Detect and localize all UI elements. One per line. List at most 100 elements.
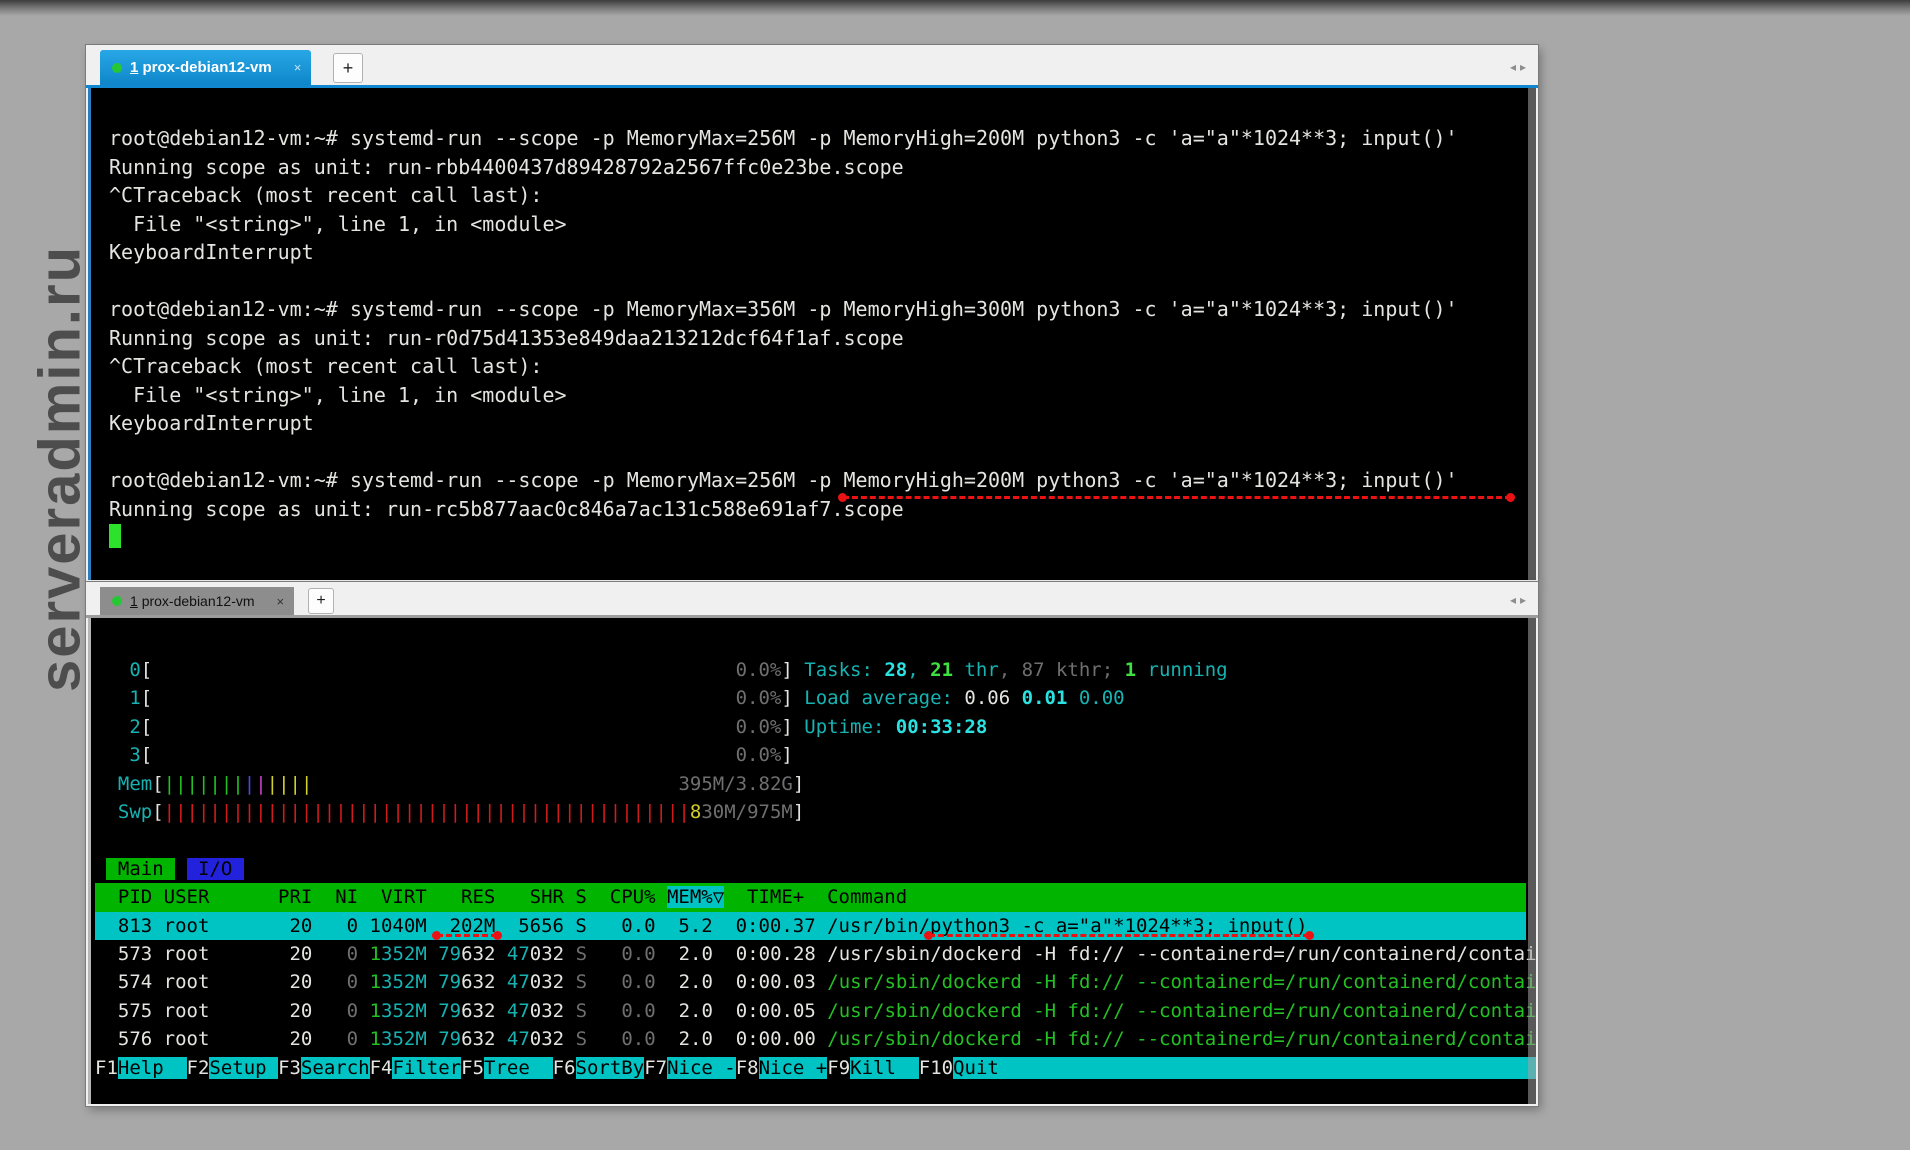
text-segment [152,687,735,709]
text-segment: F3 [278,1057,301,1079]
text-segment: 21 [930,659,953,681]
text-segment: 1 [1125,659,1136,681]
annotation-dot [924,931,933,940]
text-segment: 0.0% [736,687,782,709]
text-segment: 2.0 [667,943,713,965]
annotation-underline-res [437,934,497,937]
text-segment: 2.0 [667,971,713,993]
text-segment: , 87 kthr; [999,659,1125,681]
text-segment: S [576,1028,587,1050]
text-segment: /usr/sbin/dockerd -H fd:// --containerd=… [827,943,1536,965]
text-segment [587,1000,598,1022]
blank-line [95,826,1526,854]
text-segment: 576 root 20 [95,1028,324,1050]
tab-prox-debian12-vm[interactable]: 1 prox-debian12-vm × [100,50,311,85]
terminal-window-bottom: 1 prox-debian12-vm × + ◂▸ 0[ 0.0%] Tasks… [86,582,1538,1106]
desktop: { "watermark": "serveradmin.ru", "colors… [0,0,1910,1150]
text-segment: 2 [95,716,141,738]
text-segment: 0:00.28 [713,943,827,965]
terminal-line: root@debian12-vm:~# systemd-run --scope … [109,295,1526,324]
text-segment: 0:00.05 [713,1000,827,1022]
text-segment: thr [953,659,999,681]
text-segment [152,744,735,766]
text-segment: 0.0% [736,716,782,738]
terminal-line: ^CTraceback (most recent call last): [109,352,1526,381]
scrollbar[interactable] [1528,88,1536,580]
annotation-dot [1506,493,1515,502]
terminal-line: root@debian12-vm:~# systemd-run --scope … [109,124,1526,153]
text-segment: 79 [438,971,461,993]
text-segment: | [244,773,255,795]
close-icon[interactable]: × [277,594,285,609]
text-segment: 79 [438,943,461,965]
annotation-underline-python [929,934,1309,937]
process-row: 575 root 20 0 1352M 79632 47032 S 0.0 2.… [95,997,1526,1025]
tab-scroll-arrows[interactable]: ◂▸ [1510,60,1530,74]
tab-prox-debian12-vm[interactable]: 1 prox-debian12-vm × [100,587,294,615]
text-segment: 032 [530,971,564,993]
text-segment: Help [118,1057,187,1079]
text-segment [427,1000,438,1022]
terminal-pane[interactable]: root@debian12-vm:~# systemd-run --scope … [88,88,1536,580]
close-icon[interactable]: × [294,60,302,75]
text-segment: /usr/sbin/dockerd -H fd:// --containerd=… [827,971,1536,993]
text-segment: 352M [381,971,427,993]
text-segment: Tasks: [804,659,884,681]
htop-pane[interactable]: 0[ 0.0%] Tasks: 28, 21 thr, 87 kthr; 1 r… [88,618,1536,1104]
screen-tabs: Main I/O [95,855,1526,883]
text-segment [656,1000,667,1022]
text-segment: Nice - [667,1057,736,1079]
annotation-dot [1305,931,1314,940]
text-segment: ] [781,744,792,766]
cursor-line [109,523,1526,552]
text-segment: |||| [267,773,313,795]
text-segment: 632 [461,1028,495,1050]
text-segment: | [255,773,266,795]
text-segment: I/O [187,858,244,880]
tab-scroll-arrows[interactable]: ◂▸ [1510,593,1530,607]
terminal-line: KeyboardInterrupt [109,409,1526,438]
new-tab-button[interactable]: + [333,53,363,83]
text-segment [495,943,506,965]
text-segment: [ [141,716,152,738]
text-segment [656,1028,667,1050]
scrollbar[interactable] [1528,618,1536,1104]
text-segment: F5 [461,1057,484,1079]
text-segment [152,716,735,738]
text-segment: 032 [530,1028,564,1050]
text-segment: 1 [370,1000,381,1022]
text-segment: 632 [461,943,495,965]
text-segment: F9 [827,1057,850,1079]
text-segment: F6 [553,1057,576,1079]
text-segment: 0.0 [598,1028,655,1050]
page-top-shade [0,0,1910,16]
text-segment: TIME+ Command [724,886,907,908]
text-segment: 30M/975M [701,801,793,823]
text-segment: 2.0 [667,1028,713,1050]
text-segment: Tree [484,1057,553,1079]
function-key-bar: F1Help F2Setup F3SearchF4FilterF5Tree F6… [95,1054,1526,1082]
text-segment: [ [152,773,163,795]
terminal-output: root@debian12-vm:~# systemd-run --scope … [109,124,1526,552]
new-tab-button[interactable]: + [308,588,334,614]
text-segment [564,943,575,965]
text-segment: 0 [324,971,358,993]
text-segment [564,1028,575,1050]
text-segment: ||||||| [164,773,244,795]
annotation-dot [432,931,441,940]
terminal-line: Running scope as unit: run-r0d75d41353e8… [109,324,1526,353]
text-segment: S [576,943,587,965]
text-segment [95,858,106,880]
text-segment: 1 [95,687,141,709]
text-segment: 0.0% [736,659,782,681]
annotation-underline-command [843,496,1511,499]
text-segment: [ [141,687,152,709]
text-segment: 573 root 20 [95,943,324,965]
text-segment: 0 [324,1028,358,1050]
text-segment: 1 [370,943,381,965]
text-segment [656,943,667,965]
text-segment: MEM%▽ [667,886,724,908]
text-segment: ] [793,801,804,823]
text-cursor [109,524,121,548]
cpu-meter-0: 0[ 0.0%] Tasks: 28, 21 thr, 87 kthr; 1 r… [95,656,1526,684]
